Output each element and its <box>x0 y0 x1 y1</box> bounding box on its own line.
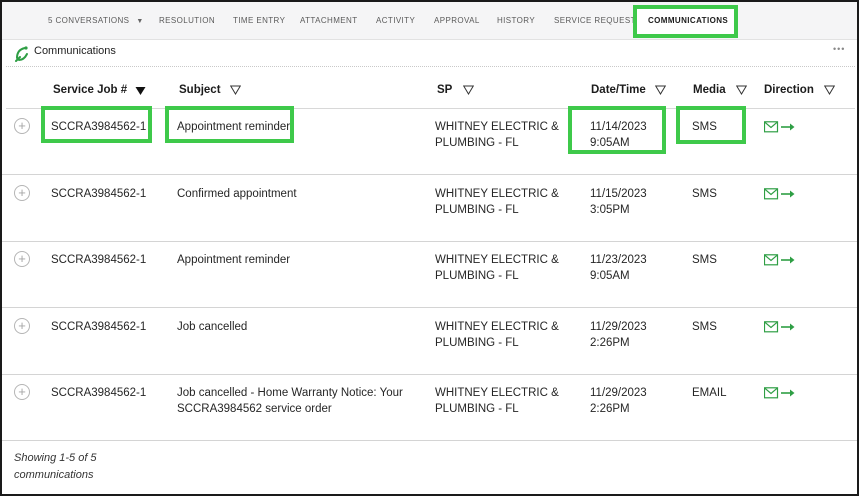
tab-approval[interactable]: APPROVAL <box>434 16 480 25</box>
expand-icon[interactable]: + <box>14 251 30 267</box>
cell-date: 11/15/2023 <box>590 188 647 200</box>
cell-date: 11/29/2023 <box>590 321 647 333</box>
date-filter-icon[interactable] <box>655 85 666 95</box>
cell-time: 3:05PM <box>590 204 630 216</box>
media-filter-icon[interactable] <box>736 85 747 95</box>
table-row[interactable]: + SCCRA3984562-1 Appointment reminder WH… <box>2 242 857 308</box>
cell-date: 11/29/2023 <box>590 387 647 399</box>
expand-icon[interactable]: + <box>14 318 30 334</box>
outbound-email-icon[interactable] <box>764 188 796 200</box>
cell-subject: Job cancelled <box>177 321 248 333</box>
cell-sp: WHITNEY ELECTRIC & PLUMBING - FL <box>435 121 559 149</box>
expand-icon[interactable]: + <box>14 185 30 201</box>
outbound-email-icon[interactable] <box>764 387 796 399</box>
tab-conversations-label: 5 CONVERSATIONS <box>48 16 130 25</box>
cell-time: 2:26PM <box>590 337 630 349</box>
table-row[interactable]: + SCCRA3984562-1 Job cancelled WHITNEY E… <box>2 309 857 375</box>
outbound-email-icon[interactable] <box>764 121 796 133</box>
table-row[interactable]: + SCCRA3984562-1 Appointment reminder WH… <box>2 109 857 175</box>
tab-time-entry[interactable]: TIME ENTRY <box>233 16 285 25</box>
tab-attachment[interactable]: ATTACHMENT <box>300 16 357 25</box>
cell-subject: Appointment reminder <box>177 121 291 133</box>
outbound-email-icon[interactable] <box>764 321 796 333</box>
cell-sp: WHITNEY ELECTRIC & PLUMBING - FL <box>435 254 559 282</box>
section-title: Communications <box>34 45 116 57</box>
tab-activity[interactable]: ACTIVITY <box>376 16 415 25</box>
communications-icon <box>15 46 28 62</box>
cell-media: SMS <box>692 254 717 266</box>
tab-bar: 5 CONVERSATIONS ▼ RESOLUTION TIME ENTRY A… <box>2 2 857 40</box>
cell-date-time: 11/14/2023 9:05AM <box>590 119 660 151</box>
column-header-media[interactable]: Media <box>693 84 726 96</box>
cell-date-time: 11/29/2023 2:26PM <box>590 319 660 351</box>
cell-subject: Appointment reminder <box>177 254 291 266</box>
more-options-icon[interactable]: ••• <box>833 44 845 54</box>
cell-service-job: SCCRA3984562-1 <box>51 121 147 133</box>
section-header: Communications ••• <box>2 40 857 68</box>
cell-time: 9:05AM <box>590 137 630 149</box>
cell-date-time: 11/29/2023 2:26PM <box>590 385 660 417</box>
outbound-email-icon[interactable] <box>764 254 796 266</box>
column-header-date-time[interactable]: Date/Time <box>591 84 646 96</box>
sort-desc-filled-icon[interactable] <box>135 86 146 96</box>
cell-service-job: SCCRA3984562-1 <box>51 188 147 200</box>
column-header-subject[interactable]: Subject <box>179 84 221 96</box>
cell-date-time: 11/23/2023 9:05AM <box>590 252 660 284</box>
table-row[interactable]: + SCCRA3984562-1 Confirmed appointment W… <box>2 176 857 242</box>
cell-service-job: SCCRA3984562-1 <box>51 321 147 333</box>
expand-icon[interactable]: + <box>14 118 30 134</box>
column-header-sp[interactable]: SP <box>437 84 452 96</box>
cell-sp: WHITNEY ELECTRIC & PLUMBING - FL <box>435 188 559 216</box>
cell-media: SMS <box>692 321 717 333</box>
cell-media: EMAIL <box>692 387 727 399</box>
pagination-summary: Showing 1-5 of 5 communications <box>14 452 97 481</box>
cell-date: 11/23/2023 <box>590 254 647 266</box>
cell-media: SMS <box>692 188 717 200</box>
section-divider <box>6 66 855 67</box>
direction-filter-icon[interactable] <box>824 85 835 95</box>
cell-subject: Job cancelled - Home Warranty Notice: Yo… <box>177 387 403 415</box>
tab-communications[interactable]: COMMUNICATIONS <box>648 16 728 25</box>
app-frame: 5 CONVERSATIONS ▼ RESOLUTION TIME ENTRY A… <box>0 0 859 496</box>
cell-time: 2:26PM <box>590 403 630 415</box>
tab-resolution[interactable]: RESOLUTION <box>159 16 215 25</box>
subject-filter-icon[interactable] <box>230 85 241 95</box>
tab-conversations[interactable]: 5 CONVERSATIONS ▼ <box>48 16 144 25</box>
chevron-down-icon: ▼ <box>136 18 144 25</box>
cell-date-time: 11/15/2023 3:05PM <box>590 186 660 218</box>
cell-sp: WHITNEY ELECTRIC & PLUMBING - FL <box>435 321 559 349</box>
column-header-direction[interactable]: Direction <box>764 84 814 96</box>
column-header-service-job[interactable]: Service Job # <box>53 84 127 96</box>
expand-icon[interactable]: + <box>14 384 30 400</box>
cell-time: 9:05AM <box>590 270 630 282</box>
cell-media: SMS <box>692 121 717 133</box>
sp-filter-icon[interactable] <box>463 85 474 95</box>
cell-subject: Confirmed appointment <box>177 188 297 200</box>
cell-service-job: SCCRA3984562-1 <box>51 254 147 266</box>
cell-date: 11/14/2023 <box>590 121 647 133</box>
cell-sp: WHITNEY ELECTRIC & PLUMBING - FL <box>435 387 559 415</box>
cell-service-job: SCCRA3984562-1 <box>51 387 147 399</box>
table-row[interactable]: + SCCRA3984562-1 Job cancelled - Home Wa… <box>2 375 857 441</box>
tab-history[interactable]: HISTORY <box>497 16 535 25</box>
tab-service-request[interactable]: SERVICE REQUEST <box>554 16 636 25</box>
